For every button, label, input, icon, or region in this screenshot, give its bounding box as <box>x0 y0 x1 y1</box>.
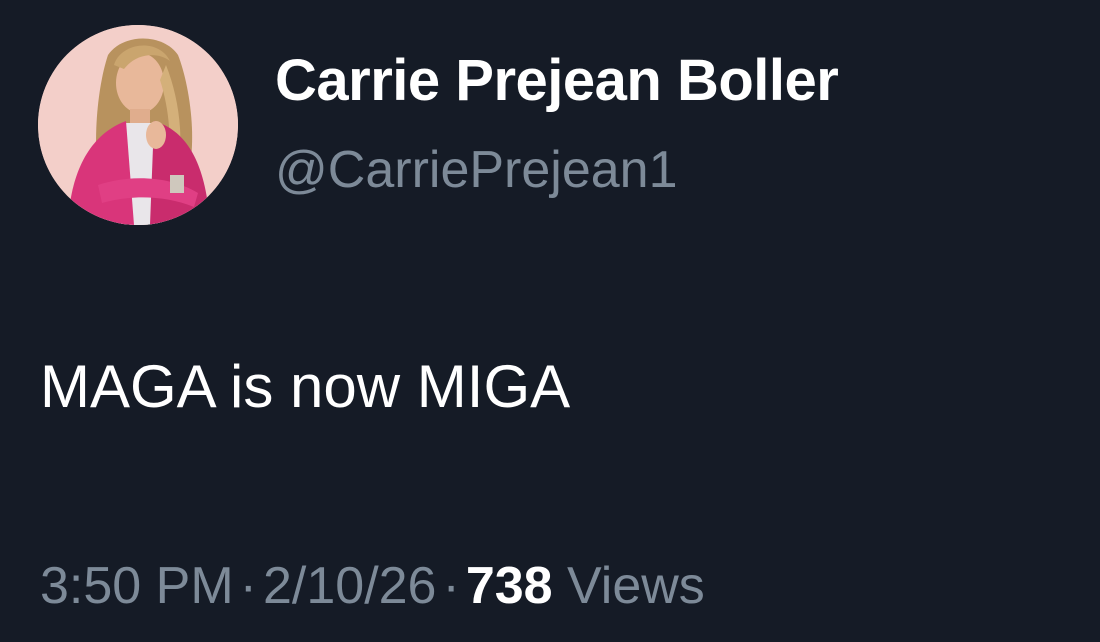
tweet-date[interactable]: 2/10/26 <box>263 557 437 615</box>
tweet: Carrie Prejean Boller @CarriePrejean1 MA… <box>0 0 1100 642</box>
meta-separator: · <box>442 557 460 615</box>
views-count[interactable]: 738 <box>466 557 553 615</box>
tweet-text: MAGA is now MIGA <box>40 353 571 420</box>
views-label: Views <box>567 557 705 615</box>
meta-separator: · <box>239 557 257 615</box>
author-handle[interactable]: @CarriePrejean1 <box>275 144 678 196</box>
author-display-name[interactable]: Carrie Prejean Boller <box>275 52 839 110</box>
avatar[interactable] <box>38 25 238 225</box>
tweet-meta: 3:50 PM · 2/10/26 · 738 Views <box>40 560 705 612</box>
profile-photo-icon <box>38 25 238 225</box>
tweet-time[interactable]: 3:50 PM <box>40 557 234 615</box>
